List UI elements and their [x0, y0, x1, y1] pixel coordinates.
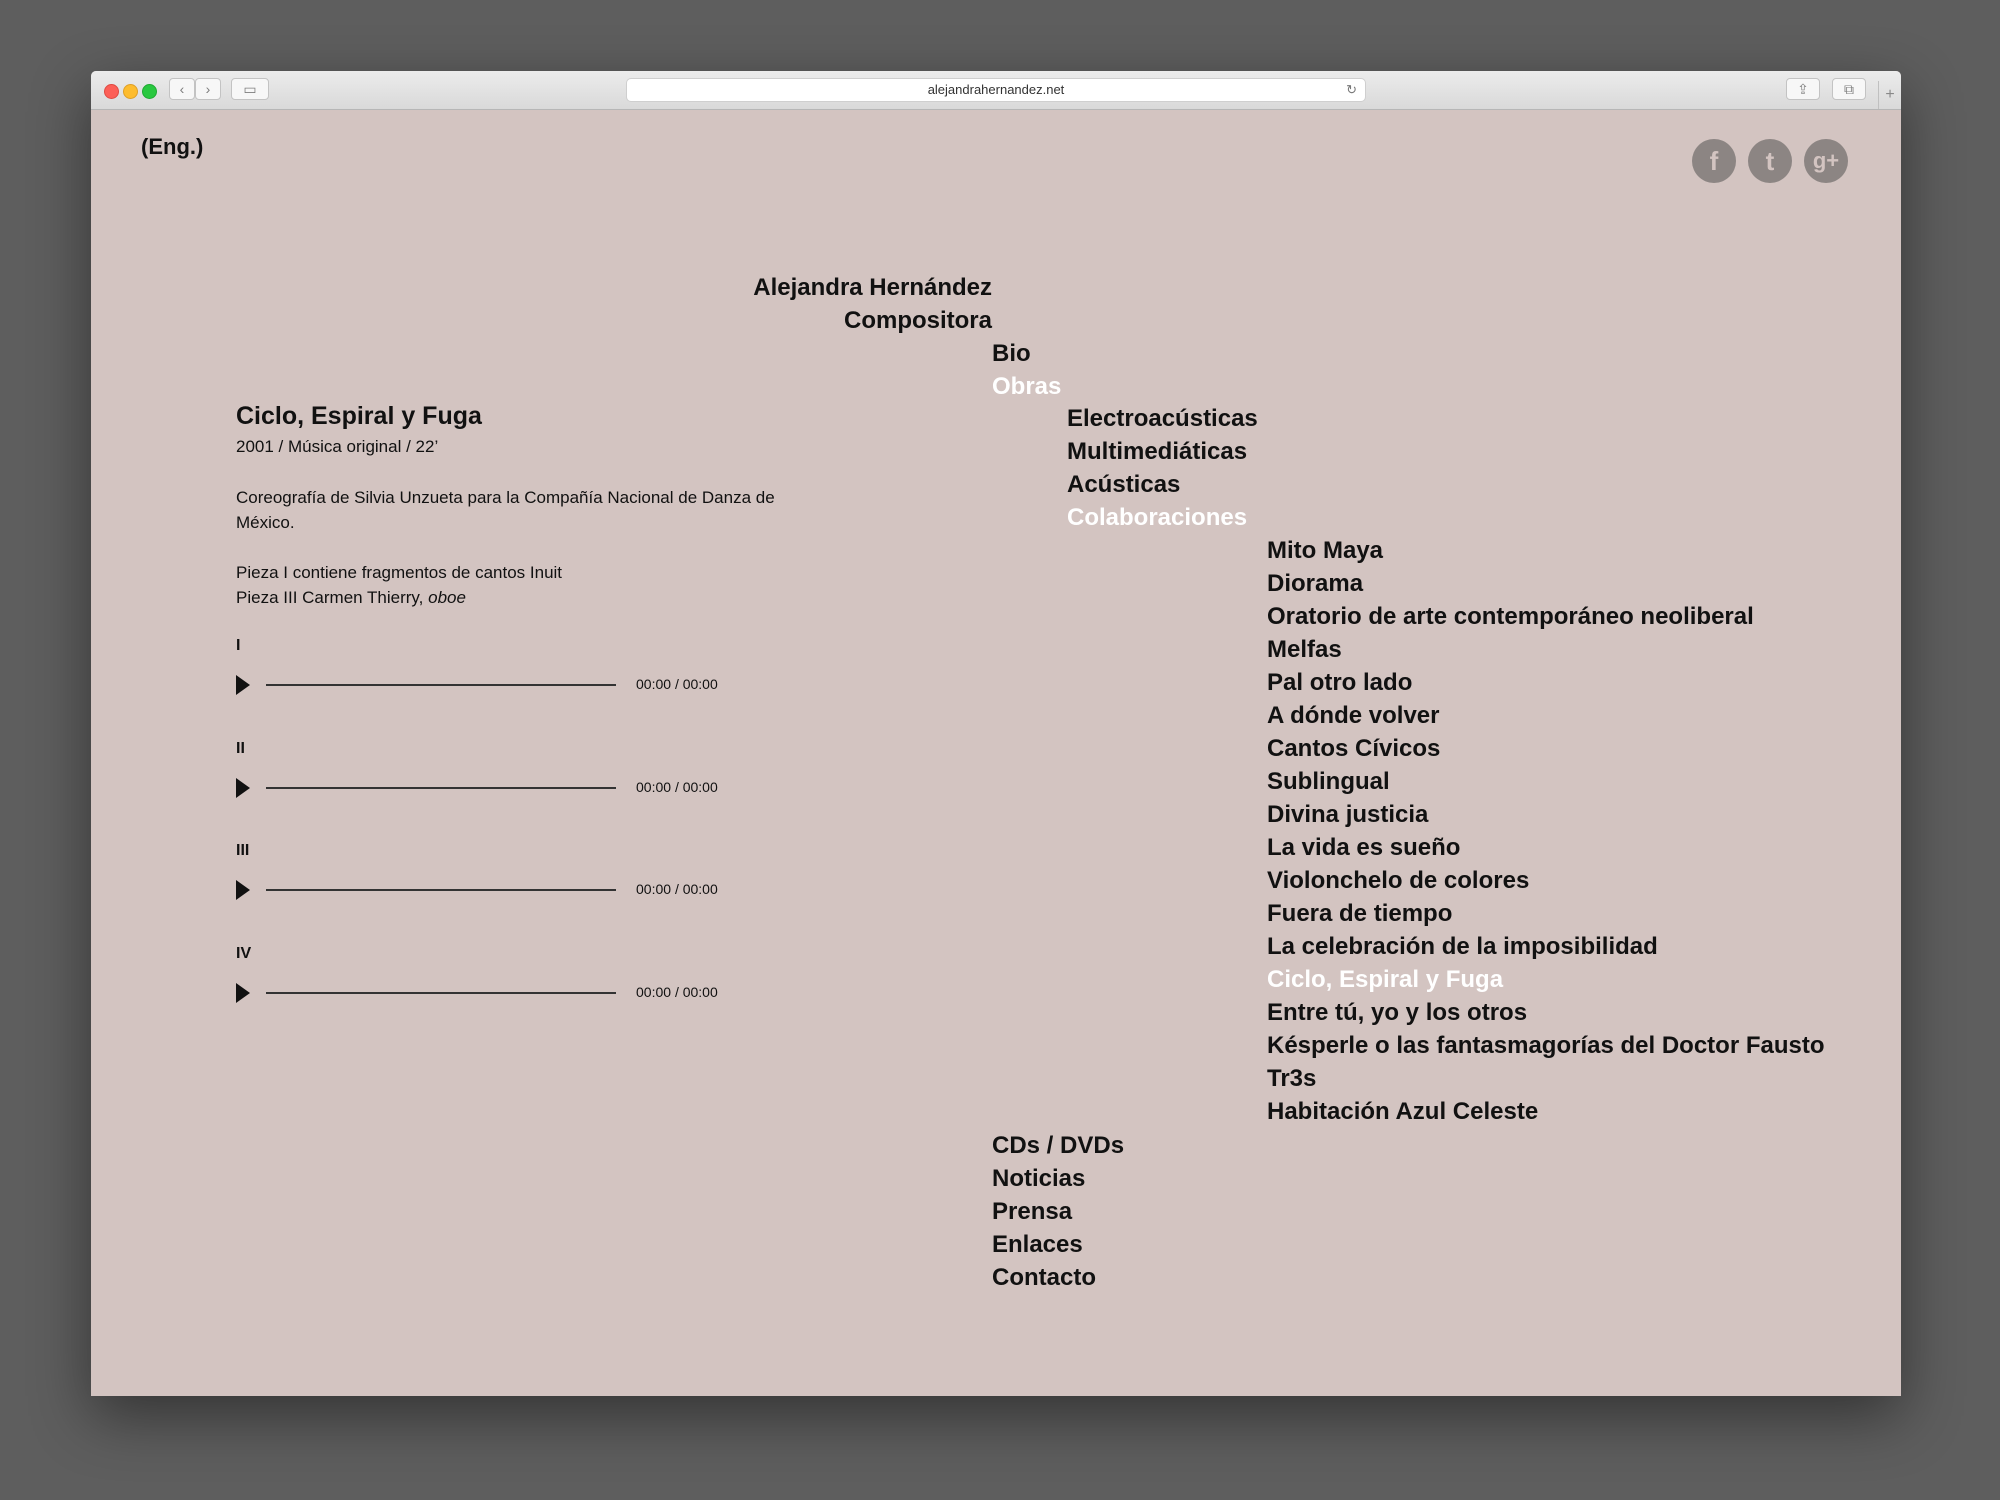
progress-bar[interactable] — [266, 684, 616, 686]
audio-player: 00:00 / 00:00 — [236, 874, 756, 904]
plus-icon: + — [1885, 86, 1895, 103]
work-link[interactable]: Mito Maya — [1267, 537, 1383, 565]
duration: 00:00 — [682, 984, 718, 1000]
back-button[interactable]: ‹ — [169, 78, 195, 100]
work-link[interactable]: Diorama — [1267, 570, 1363, 598]
time-display: 00:00 / 00:00 — [636, 984, 718, 1000]
tabs-overview-button[interactable]: ⧉ — [1832, 78, 1866, 100]
nav-contacto[interactable]: Contacto — [992, 1264, 1096, 1292]
site-name[interactable]: Alejandra Hernández — [753, 274, 992, 302]
nav-noticias[interactable]: Noticias — [992, 1165, 1085, 1193]
duration: 00:00 — [682, 779, 718, 795]
work-link[interactable]: Divina justicia — [1267, 801, 1428, 829]
play-icon[interactable] — [236, 778, 250, 798]
nav-category-multimediaticas[interactable]: Multimediáticas — [1067, 438, 1247, 466]
time-separator: / — [674, 779, 679, 795]
work-link[interactable]: Habitación Azul Celeste — [1267, 1098, 1538, 1126]
work-link[interactable]: Tr3s — [1267, 1065, 1316, 1093]
nav-bio[interactable]: Bio — [992, 340, 1031, 368]
track-label: III — [236, 842, 250, 859]
browser-window: ‹ › ▭ alejandrahernandez.net ↻ ⇪ ⧉ + (En… — [91, 71, 1901, 1396]
sidebar-icon: ▭ — [243, 81, 257, 97]
work-link[interactable]: Pal otro lado — [1267, 669, 1412, 697]
audio-player: 00:00 / 00:00 — [236, 977, 756, 1007]
time-separator: / — [674, 881, 679, 897]
work-link[interactable]: Oratorio de arte contemporáneo neolibera… — [1267, 603, 1754, 631]
track-label: I — [236, 637, 241, 654]
sidebar-toggle-button[interactable]: ▭ — [231, 78, 269, 100]
new-tab-button[interactable]: + — [1878, 81, 1901, 109]
twitter-icon[interactable]: t — [1748, 139, 1792, 183]
address-bar[interactable]: alejandrahernandez.net ↻ — [626, 78, 1366, 102]
work-link[interactable]: A dónde volver — [1267, 702, 1439, 730]
work-title: Ciclo, Espiral y Fuga — [236, 402, 482, 430]
progress-bar[interactable] — [266, 889, 616, 891]
site-role[interactable]: Compositora — [844, 307, 992, 335]
nav-category-colaboraciones[interactable]: Colaboraciones — [1067, 504, 1247, 532]
work-meta: 2001 / Música original / 22’ — [236, 437, 439, 456]
nav-obras[interactable]: Obras — [992, 373, 1061, 401]
time-separator: / — [674, 676, 679, 692]
progress-bar[interactable] — [266, 992, 616, 994]
work-link[interactable]: La vida es sueño — [1267, 834, 1460, 862]
work-link[interactable]: La celebración de la imposibilidad — [1267, 933, 1658, 961]
nav-category-electroacusticas[interactable]: Electroacústicas — [1067, 405, 1258, 433]
twitter-glyph: t — [1765, 146, 1775, 176]
share-button[interactable]: ⇪ — [1786, 78, 1820, 100]
time-display: 00:00 / 00:00 — [636, 881, 718, 897]
work-notes: Pieza I contiene fragmentos de cantos In… — [236, 560, 796, 610]
page-content: (Eng.) f t g+ Alejandra Hernández Compos… — [91, 110, 1901, 1396]
work-link-active[interactable]: Ciclo, Espiral y Fuga — [1267, 966, 1503, 994]
chevron-right-icon: › — [205, 81, 211, 97]
google-plus-glyph: g+ — [1812, 148, 1840, 173]
current-time: 00:00 — [636, 779, 672, 795]
play-icon[interactable] — [236, 880, 250, 900]
google-plus-icon[interactable]: g+ — [1804, 139, 1848, 183]
note-line: Pieza III Carmen Thierry, oboe — [236, 585, 796, 610]
duration: 00:00 — [682, 881, 718, 897]
time-display: 00:00 / 00:00 — [636, 676, 718, 692]
work-link[interactable]: Késperle o las fantasmagorías del Doctor… — [1267, 1032, 1825, 1060]
nav-enlaces[interactable]: Enlaces — [992, 1231, 1083, 1259]
current-time: 00:00 — [636, 676, 672, 692]
share-icon: ⇪ — [1797, 81, 1809, 97]
browser-toolbar: ‹ › ▭ alejandrahernandez.net ↻ ⇪ ⧉ + — [91, 71, 1901, 110]
work-link[interactable]: Cantos Cívicos — [1267, 735, 1440, 763]
work-link[interactable]: Violonchelo de colores — [1267, 867, 1529, 895]
nav-prensa[interactable]: Prensa — [992, 1198, 1072, 1226]
reload-icon[interactable]: ↻ — [1346, 79, 1357, 101]
maximize-window-button[interactable] — [142, 84, 157, 99]
minimize-window-button[interactable] — [123, 84, 138, 99]
facebook-glyph: f — [1709, 146, 1719, 176]
work-link[interactable]: Sublingual — [1267, 768, 1390, 796]
current-time: 00:00 — [636, 881, 672, 897]
audio-player: 00:00 / 00:00 — [236, 669, 756, 699]
close-window-button[interactable] — [104, 84, 119, 99]
nav-category-acusticas[interactable]: Acústicas — [1067, 471, 1180, 499]
facebook-icon[interactable]: f — [1692, 139, 1736, 183]
note-instrument: oboe — [428, 588, 466, 607]
current-time: 00:00 — [636, 984, 672, 1000]
work-link[interactable]: Entre tú, yo y los otros — [1267, 999, 1527, 1027]
audio-player: 00:00 / 00:00 — [236, 772, 756, 802]
time-display: 00:00 / 00:00 — [636, 779, 718, 795]
chevron-left-icon: ‹ — [179, 81, 185, 97]
progress-bar[interactable] — [266, 787, 616, 789]
nav-cds-dvds[interactable]: CDs / DVDs — [992, 1132, 1124, 1160]
work-link[interactable]: Fuera de tiempo — [1267, 900, 1452, 928]
track-label: II — [236, 740, 245, 757]
track-label: IV — [236, 945, 252, 962]
note-prefix: Pieza III Carmen Thierry, — [236, 588, 429, 607]
language-link[interactable]: (Eng.) — [141, 134, 203, 160]
forward-button[interactable]: › — [195, 78, 221, 100]
work-link[interactable]: Melfas — [1267, 636, 1342, 664]
note-line: Pieza I contiene fragmentos de cantos In… — [236, 563, 563, 582]
play-icon[interactable] — [236, 983, 250, 1003]
time-separator: / — [674, 984, 679, 1000]
play-icon[interactable] — [236, 675, 250, 695]
url-text: alejandrahernandez.net — [927, 82, 1065, 97]
work-description: Coreografía de Silvia Unzueta para la Co… — [236, 488, 775, 532]
duration: 00:00 — [682, 676, 718, 692]
tabs-icon: ⧉ — [1844, 81, 1854, 97]
